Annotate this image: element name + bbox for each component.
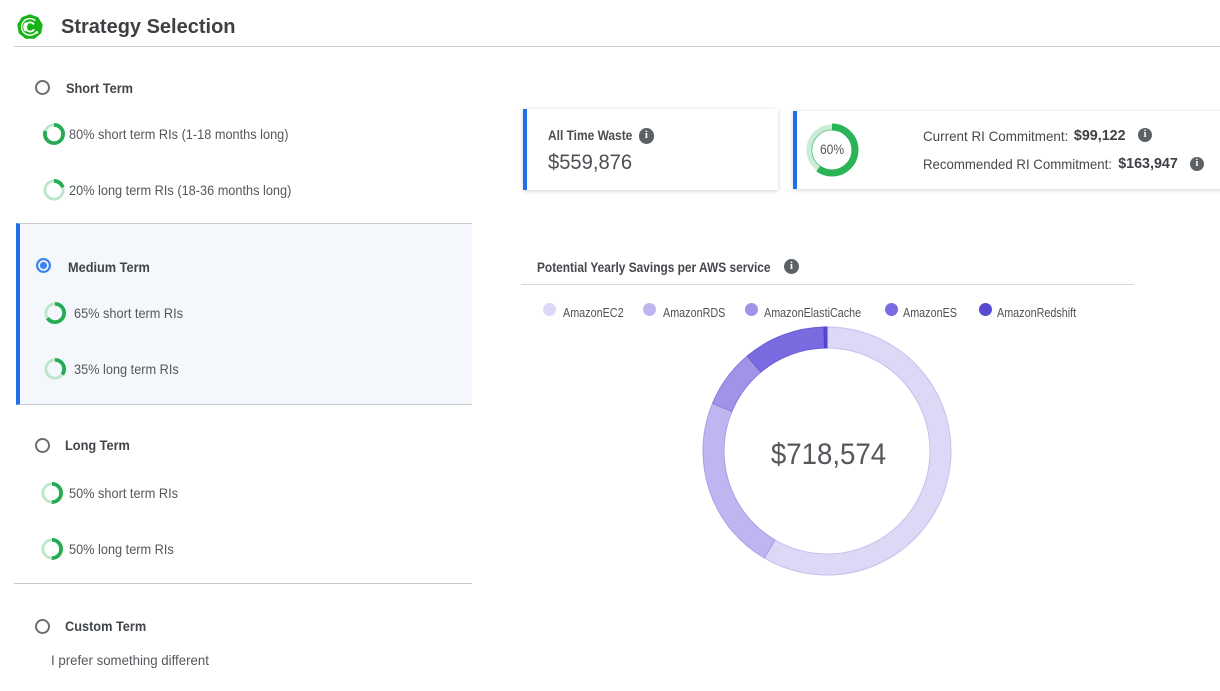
svg-text:60%: 60% <box>819 142 843 157</box>
svg-text:$718,574: $718,574 <box>771 438 886 471</box>
